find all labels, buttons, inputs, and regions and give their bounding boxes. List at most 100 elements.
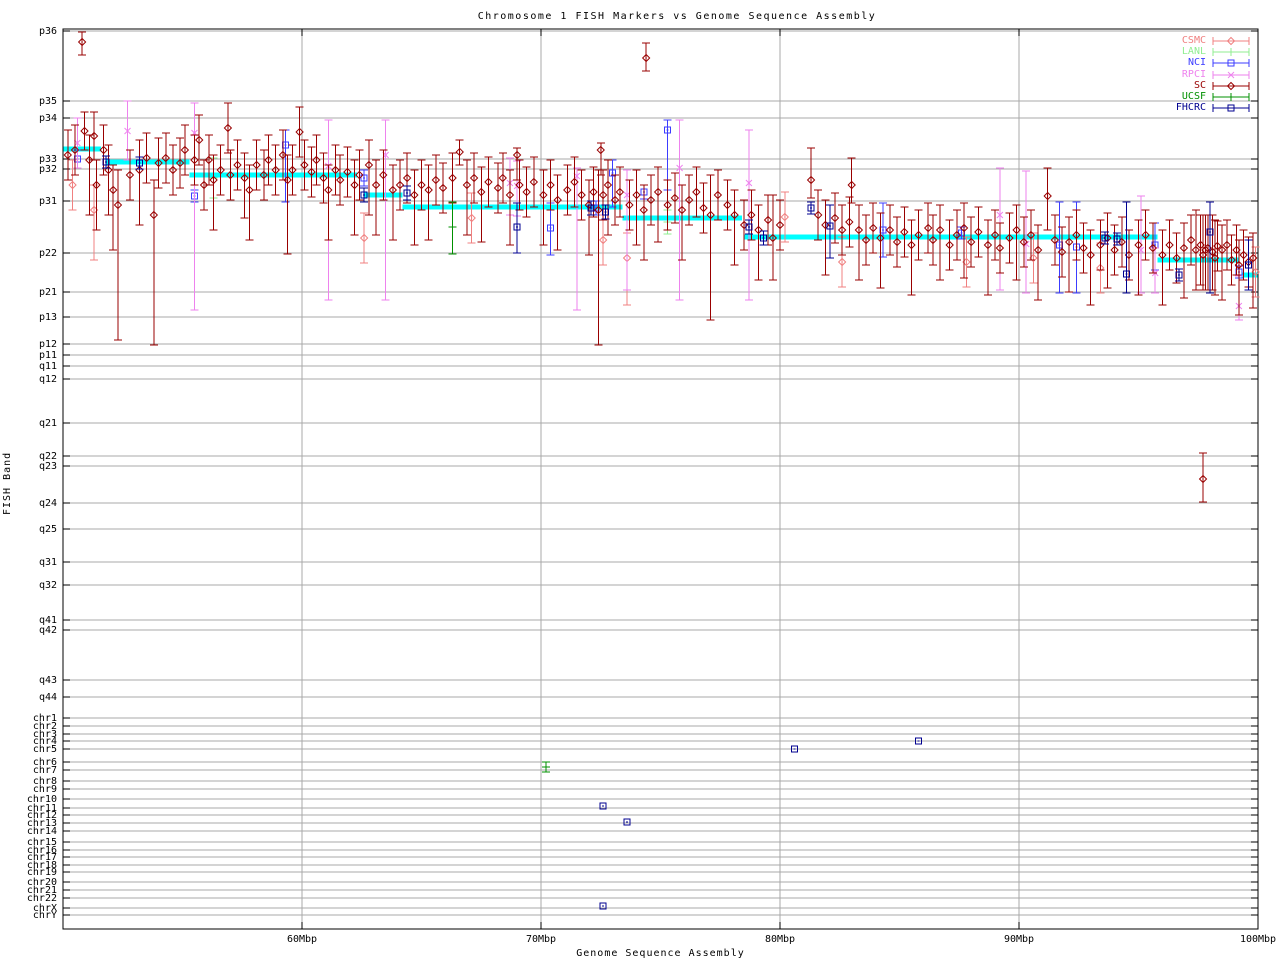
- y-tick-label: q11: [39, 361, 57, 372]
- marker-dot: [117, 205, 118, 206]
- marker-dot: [1212, 252, 1213, 253]
- marker-dot: [851, 185, 852, 186]
- marker-dot: [1083, 248, 1084, 249]
- y-tick-label: p11: [39, 350, 57, 361]
- marker-dot: [615, 200, 616, 201]
- legend-label: CSMC: [1182, 36, 1206, 46]
- marker-dot: [689, 200, 690, 201]
- marker-dot: [316, 160, 317, 161]
- marker-dot: [376, 185, 377, 186]
- marker-dot: [1009, 238, 1010, 239]
- legend-entry-ucsf: UCSF: [1176, 91, 1250, 102]
- marker-dot: [244, 178, 245, 179]
- marker-dot: [1128, 255, 1129, 256]
- marker-dot: [581, 195, 582, 196]
- marker-dot: [643, 210, 644, 211]
- marker-dot: [1222, 250, 1223, 251]
- marker-dot: [184, 150, 185, 151]
- marker-dot: [172, 170, 173, 171]
- marker-dot: [1145, 235, 1146, 236]
- marker-dot: [383, 175, 384, 176]
- y-tick-label: q43: [39, 675, 57, 686]
- y-tick-label: q12: [39, 374, 57, 385]
- y-tick-label: chrY: [33, 910, 57, 921]
- marker-dot: [459, 152, 460, 153]
- marker-dot: [466, 185, 467, 186]
- marker-dot: [364, 238, 365, 239]
- marker-dot: [1238, 265, 1239, 266]
- marker-dot: [287, 180, 288, 181]
- marker-dot: [94, 136, 95, 137]
- y-tick-label: q24: [39, 498, 57, 509]
- marker-dot: [208, 160, 209, 161]
- marker-dot: [550, 185, 551, 186]
- marker-dot: [323, 178, 324, 179]
- marker-dot: [866, 240, 867, 241]
- marker-dot: [619, 192, 620, 193]
- marker-dot: [557, 200, 558, 201]
- marker-dot: [227, 128, 228, 129]
- marker-dot: [932, 240, 933, 241]
- marker-dot: [1138, 245, 1139, 246]
- legend-sample-x-icon: [1212, 70, 1250, 80]
- y-tick-label: q42: [39, 625, 57, 636]
- marker-dot: [911, 245, 912, 246]
- legend-label: SC: [1194, 81, 1206, 91]
- y-tick-label: chr7: [33, 765, 57, 776]
- y-tick-label: p32: [39, 164, 57, 175]
- marker-dot: [1090, 255, 1091, 256]
- legend-label: NCI: [1188, 58, 1206, 68]
- marker-dot: [696, 192, 697, 193]
- marker-dot: [897, 242, 898, 243]
- marker-dot: [1253, 258, 1254, 259]
- marker-dot: [328, 190, 329, 191]
- y-tick-label: q31: [39, 557, 57, 568]
- marker-dot: [682, 210, 683, 211]
- marker-dot: [94, 210, 95, 211]
- marker-dot: [1100, 245, 1101, 246]
- y-tick-label: p22: [39, 248, 57, 259]
- marker-dot: [987, 245, 988, 246]
- marker-dot: [1191, 240, 1192, 241]
- marker-dot: [703, 208, 704, 209]
- marker-dot: [311, 172, 312, 173]
- marker-dot: [543, 195, 544, 196]
- marker-dot: [650, 200, 651, 201]
- y-tick-label: q44: [39, 692, 57, 703]
- legend-label: FHCRC: [1176, 103, 1206, 113]
- marker-dot: [533, 182, 534, 183]
- marker-dot: [84, 131, 85, 132]
- y-tick-label: p36: [39, 26, 57, 37]
- marker-dot: [199, 140, 200, 141]
- y-tick-label: q23: [39, 461, 57, 472]
- marker-dot: [275, 170, 276, 171]
- marker-dot: [1016, 230, 1017, 231]
- marker-dot: [842, 262, 843, 263]
- marker-dot: [67, 155, 68, 156]
- marker-dot: [392, 190, 393, 191]
- marker-dot: [768, 220, 769, 221]
- marker-dot: [918, 235, 919, 236]
- marker-dot: [1038, 250, 1039, 251]
- marker-dot: [1226, 245, 1227, 246]
- marker-dot: [213, 180, 214, 181]
- marker-dot: [598, 210, 599, 211]
- marker-dot: [811, 180, 812, 181]
- y-tick-label: p31: [39, 196, 57, 207]
- x-tick-label: 100Mbp: [1240, 934, 1276, 945]
- marker-dot: [636, 195, 637, 196]
- marker-dot: [1207, 248, 1208, 249]
- legend-entry-lanl: LANL: [1176, 46, 1250, 57]
- y-tick-label: chr14: [27, 826, 57, 837]
- marker-dot: [72, 185, 73, 186]
- marker-dot: [435, 180, 436, 181]
- marker-dot: [1114, 250, 1115, 251]
- marker-dot: [443, 188, 444, 189]
- marker-dot: [1203, 255, 1204, 256]
- marker-dot: [129, 175, 130, 176]
- marker-dot: [1183, 248, 1184, 249]
- legend-sample-plus-icon: [1212, 92, 1250, 102]
- marker-dot: [1162, 255, 1163, 256]
- marker-dot: [780, 225, 781, 226]
- y-tick-label: p21: [39, 287, 57, 298]
